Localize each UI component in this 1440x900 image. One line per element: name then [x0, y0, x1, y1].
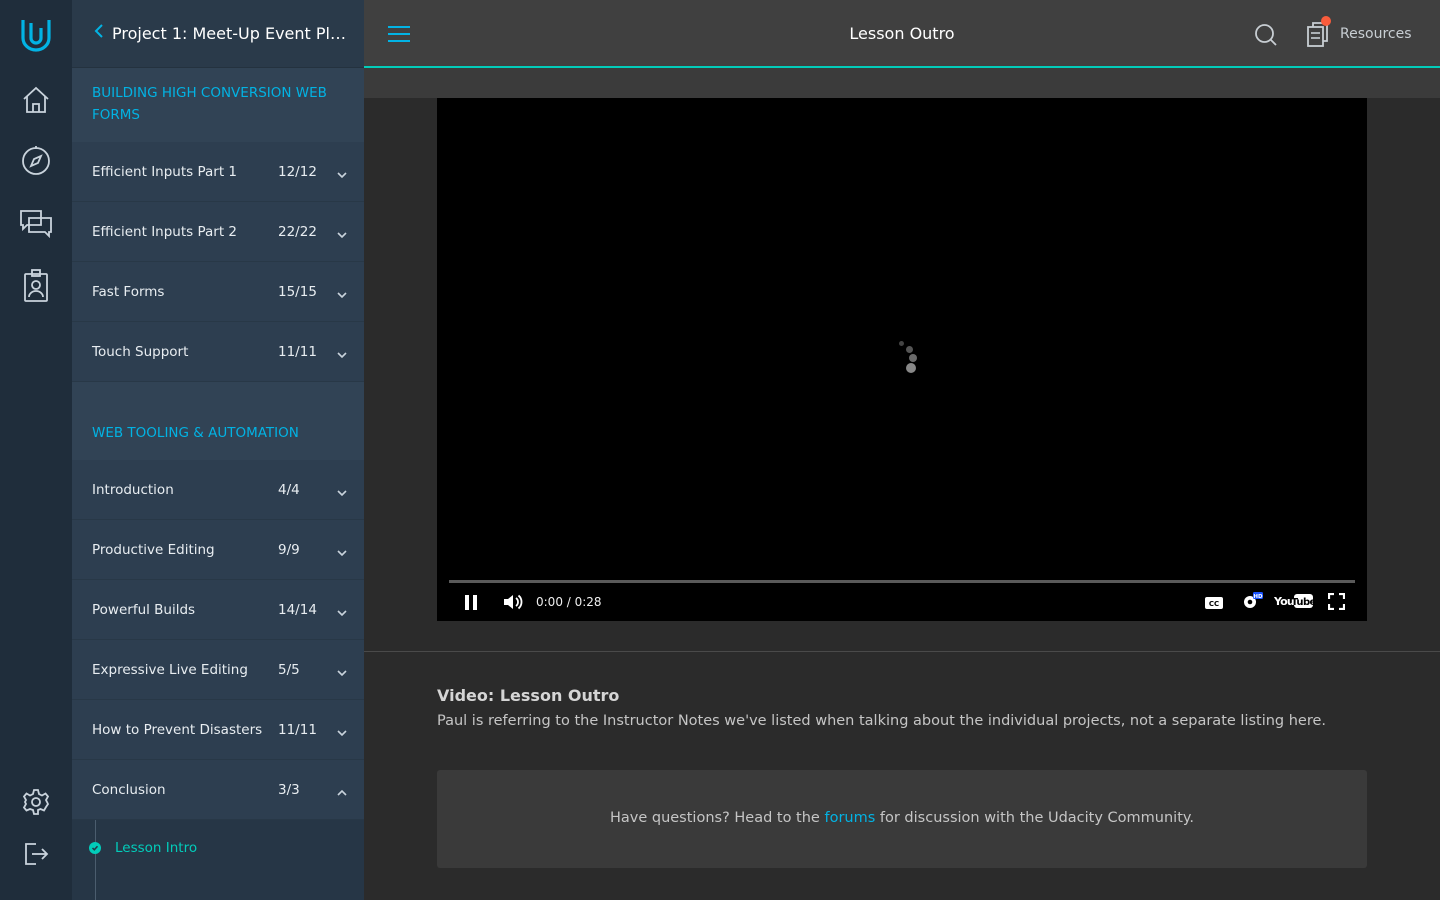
nav-rail — [0, 0, 72, 900]
video-controls: 0:00 / 0:28 CC HD You Tube — [437, 588, 1367, 618]
svg-text:Tube: Tube — [1291, 597, 1314, 608]
back-to-project-link[interactable]: Project 1: Meet-Up Event Plan... — [72, 0, 364, 68]
volume-icon[interactable] — [503, 593, 523, 615]
youtube-logo-icon[interactable]: You Tube — [1273, 593, 1317, 613]
svg-text:CC: CC — [1209, 600, 1219, 608]
lesson-count: 4/4 — [278, 481, 300, 498]
lesson-count: 11/11 — [278, 343, 317, 360]
check-icon — [89, 842, 101, 854]
lesson-count: 11/11 — [278, 721, 317, 738]
lesson-count: 22/22 — [278, 223, 317, 240]
lesson-count: 14/14 — [278, 601, 317, 618]
video-time: 0:00 / 0:28 — [536, 595, 602, 609]
lesson-name: Touch Support — [92, 343, 189, 360]
captions-icon[interactable]: CC — [1204, 595, 1224, 614]
lesson-name: How to Prevent Disasters — [92, 721, 263, 738]
chevron-down-icon — [336, 484, 348, 497]
video-progress-bar[interactable] — [449, 580, 1355, 583]
concept-list: Lesson Intro — [72, 820, 364, 900]
chevron-down-icon — [336, 346, 348, 359]
lesson-name: Efficient Inputs Part 1 — [92, 163, 238, 180]
lesson-item[interactable]: Expressive Live Editing 5/5 — [72, 640, 364, 700]
search-icon[interactable] — [1254, 23, 1278, 47]
settings-hd-icon[interactable]: HD — [1240, 591, 1264, 615]
lesson-name: Conclusion — [92, 781, 166, 798]
lesson-item[interactable]: Fast Forms 15/15 — [72, 262, 364, 322]
chevron-up-icon — [336, 784, 348, 796]
forum-callout: Have questions? Head to the forums for d… — [437, 770, 1367, 868]
lesson-item[interactable]: Productive Editing 9/9 — [72, 520, 364, 580]
course-sidebar: Project 1: Meet-Up Event Plan... BUILDIN… — [72, 0, 364, 900]
udacity-logo-icon[interactable] — [18, 16, 54, 52]
lesson-item[interactable]: Efficient Inputs Part 2 22/22 — [72, 202, 364, 262]
chevron-down-icon — [336, 226, 348, 239]
chevron-down-icon — [336, 604, 348, 617]
id-badge-icon[interactable] — [18, 268, 54, 304]
forum-text-suffix: for discussion with the Udacity Communit… — [875, 810, 1195, 826]
pause-icon[interactable] — [463, 594, 479, 615]
chevron-down-icon — [336, 166, 348, 179]
lesson-item[interactable]: How to Prevent Disasters 11/11 — [72, 700, 364, 760]
lesson-name: Introduction — [92, 481, 174, 498]
lesson-item-expanded[interactable]: Conclusion 3/3 — [72, 760, 364, 820]
lesson-name: Productive Editing — [92, 541, 215, 558]
gear-icon[interactable] — [18, 784, 54, 820]
lesson-item[interactable]: Touch Support 11/11 — [72, 322, 364, 382]
forums-link[interactable]: forums — [824, 810, 875, 826]
compass-icon[interactable] — [18, 143, 54, 179]
chevron-left-icon — [94, 23, 104, 44]
project-title: Project 1: Meet-Up Event Plan... — [112, 24, 348, 43]
chevron-down-icon — [336, 544, 348, 557]
section-title: WEB TOOLING & AUTOMATION — [72, 382, 364, 460]
lesson-name: Expressive Live Editing — [92, 661, 248, 678]
lesson-count: 12/12 — [278, 163, 317, 180]
home-icon[interactable] — [18, 82, 54, 118]
resources-icon — [1306, 16, 1332, 48]
section-title: BUILDING HIGH CONVERSION WEB FORMS — [72, 68, 364, 142]
sub-bar — [364, 68, 1440, 98]
video-player[interactable]: 0:00 / 0:28 CC HD You Tube — [437, 98, 1367, 621]
page-title: Lesson Outro — [849, 24, 955, 43]
top-bar: Lesson Outro Resources — [364, 0, 1440, 68]
chevron-down-icon — [336, 664, 348, 677]
fullscreen-icon[interactable] — [1327, 592, 1346, 614]
forum-text-prefix: Have questions? Head to the — [609, 810, 825, 826]
chat-icon[interactable] — [18, 205, 54, 241]
lesson-count: 3/3 — [278, 781, 300, 798]
concept-label: Lesson Intro — [115, 840, 198, 856]
svg-text:HD: HD — [1253, 594, 1263, 600]
lesson-name: Powerful Builds — [92, 601, 196, 618]
logout-icon[interactable] — [18, 836, 54, 872]
chevron-down-icon — [336, 286, 348, 299]
lesson-item[interactable]: Efficient Inputs Part 1 12/12 — [72, 142, 364, 202]
lesson-item[interactable]: Introduction 4/4 — [72, 460, 364, 520]
lesson-count: 5/5 — [278, 661, 300, 678]
video-title: Video: Lesson Outro — [437, 686, 620, 705]
lesson-name: Efficient Inputs Part 2 — [92, 223, 238, 240]
divider — [364, 651, 1440, 652]
lesson-name: Fast Forms — [92, 283, 165, 300]
concept-item[interactable]: Lesson Intro — [89, 840, 197, 856]
video-description: Paul is referring to the Instructor Note… — [437, 713, 1327, 729]
lesson-item[interactable]: Powerful Builds 14/14 — [72, 580, 364, 640]
resources-label: Resources — [1340, 26, 1412, 42]
chevron-down-icon — [336, 724, 348, 737]
timeline-line — [95, 820, 96, 900]
loading-spinner-icon — [897, 338, 927, 378]
notification-badge — [1321, 16, 1331, 26]
resources-button[interactable]: Resources — [1306, 16, 1412, 48]
lesson-count: 15/15 — [278, 283, 317, 300]
lesson-count: 9/9 — [278, 541, 300, 558]
